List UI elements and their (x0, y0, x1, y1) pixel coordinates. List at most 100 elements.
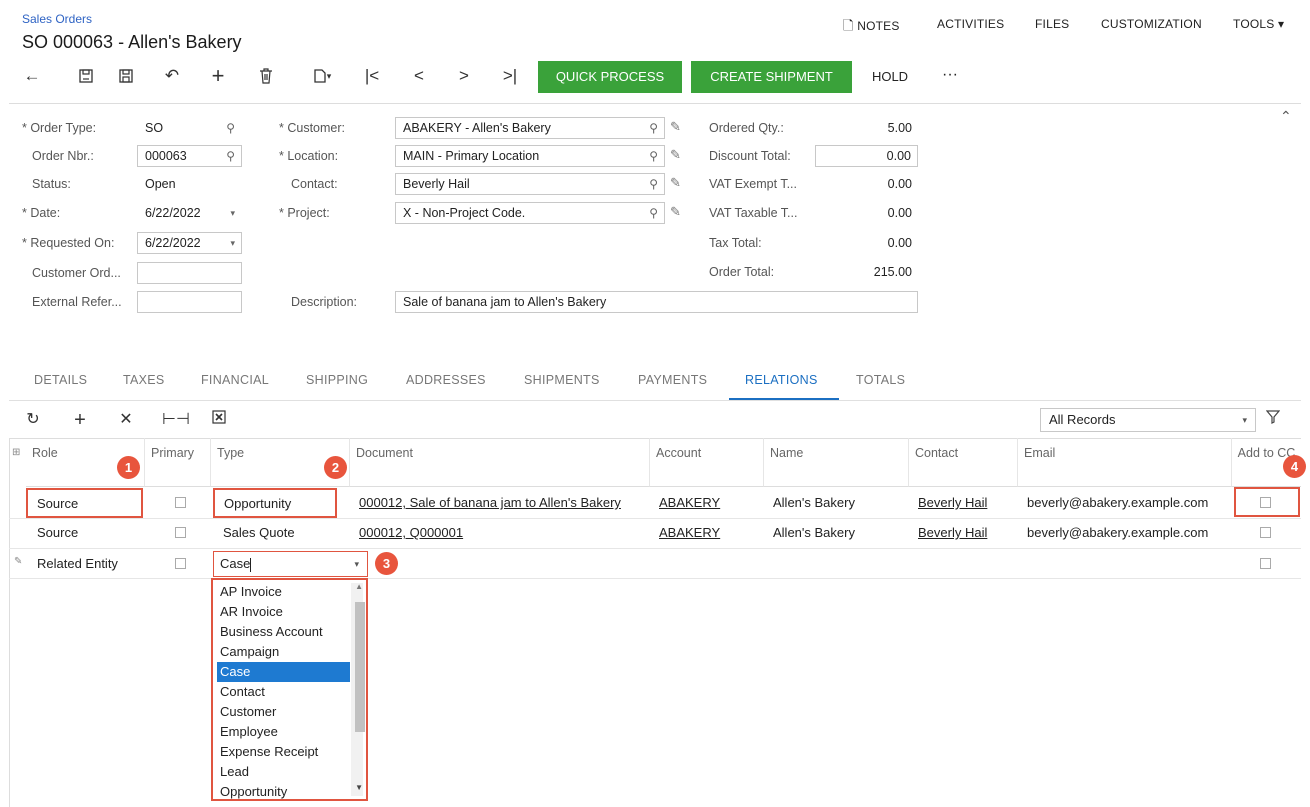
row1-document-link[interactable]: 000012, Sale of banana jam to Allen's Ba… (359, 488, 621, 518)
previous-record-icon[interactable]: < (407, 64, 431, 88)
requested-on-field[interactable]: 6/22/2022 ▾ (137, 232, 242, 254)
tab-shipping[interactable]: SHIPPING (306, 373, 368, 387)
chevron-down-icon[interactable]: ▾ (354, 552, 359, 576)
copy-paste-icon[interactable]: ▾ (302, 64, 342, 88)
edit-pencil-icon[interactable]: ✎ (670, 147, 681, 163)
delete-row-icon[interactable]: ✕ (115, 409, 137, 431)
search-icon[interactable]: ⚲ (649, 174, 658, 194)
dropdown-option[interactable]: Opportunity (217, 782, 350, 800)
project-field[interactable]: X - Non-Project Code. ⚲ (395, 202, 665, 224)
next-record-icon[interactable]: > (452, 64, 476, 88)
dropdown-option[interactable]: AR Invoice (217, 602, 350, 622)
tab-details[interactable]: DETAILS (34, 373, 87, 387)
edit-pencil-icon[interactable]: ✎ (670, 204, 681, 220)
refresh-icon[interactable]: ↻ (22, 409, 44, 431)
dropdown-option[interactable]: Lead (217, 762, 350, 782)
dropdown-option-selected[interactable]: Case (217, 662, 350, 682)
records-filter-select[interactable]: All Records ▾ (1040, 408, 1256, 432)
files-menu[interactable]: FILES (1035, 17, 1069, 31)
collapse-icon[interactable]: ⌃ (1280, 108, 1292, 125)
row3-role-cell[interactable]: Related Entity (37, 549, 118, 579)
column-header-name[interactable]: Name (763, 438, 908, 487)
breadcrumb[interactable]: Sales Orders (22, 12, 92, 26)
dropdown-option[interactable]: Customer (217, 702, 350, 722)
tab-relations[interactable]: RELATIONS (745, 373, 818, 387)
order-nbr-field[interactable]: 000063 ⚲ (137, 145, 242, 167)
row3-type-combobox[interactable]: Case ▾ (213, 551, 368, 577)
tools-menu[interactable]: TOOLS ▾ (1233, 17, 1284, 31)
add-row-icon[interactable]: + (69, 409, 91, 431)
back-arrow-icon[interactable]: ← (20, 64, 44, 88)
more-actions-button[interactable]: ··· (935, 61, 965, 93)
edit-pencil-icon[interactable]: ✎ (670, 119, 681, 135)
scroll-down-icon[interactable]: ▼ (355, 783, 363, 792)
delete-icon[interactable] (254, 64, 278, 88)
column-header-primary[interactable]: Primary (144, 438, 210, 487)
tab-shipments[interactable]: SHIPMENTS (524, 373, 600, 387)
customization-menu[interactable]: CUSTOMIZATION (1101, 17, 1202, 31)
search-icon[interactable]: ⚲ (649, 146, 658, 166)
row2-contact-link[interactable]: Beverly Hail (918, 518, 987, 548)
chevron-down-icon[interactable]: ▾ (230, 233, 235, 253)
column-header-document[interactable]: Document (349, 438, 649, 487)
row1-add-to-cc-checkbox[interactable] (1260, 497, 1271, 508)
edit-pencil-icon[interactable]: ✎ (670, 175, 681, 191)
dropdown-option[interactable]: Campaign (217, 642, 350, 662)
row2-type-cell[interactable]: Sales Quote (223, 518, 295, 548)
search-icon[interactable]: ⚲ (649, 118, 658, 138)
activities-menu[interactable]: ACTIVITIES (937, 17, 1004, 31)
row2-add-to-cc-checkbox[interactable] (1260, 527, 1271, 538)
notes-menu[interactable]: 🗋 NOTES (843, 17, 900, 39)
row2-document-link[interactable]: 000012, Q000001 (359, 518, 463, 548)
description-field[interactable]: Sale of banana jam to Allen's Bakery (395, 291, 918, 313)
row1-contact-link[interactable]: Beverly Hail (918, 488, 987, 518)
row3-primary-checkbox[interactable] (175, 558, 186, 569)
hold-button[interactable]: HOLD (862, 61, 918, 93)
save-icon[interactable] (114, 64, 138, 88)
tab-totals[interactable]: TOTALS (856, 373, 905, 387)
chevron-down-icon[interactable]: ▾ (230, 203, 235, 223)
date-field[interactable]: 6/22/2022 ▾ (137, 202, 242, 224)
scroll-up-icon[interactable]: ▲ (355, 582, 363, 591)
dropdown-option[interactable]: Employee (217, 722, 350, 742)
undo-save-icon[interactable] (74, 64, 98, 88)
dropdown-option[interactable]: Business Account (217, 622, 350, 642)
quick-process-button[interactable]: QUICK PROCESS (538, 61, 682, 93)
export-excel-icon[interactable] (208, 409, 230, 431)
location-field[interactable]: MAIN - Primary Location ⚲ (395, 145, 665, 167)
tab-taxes[interactable]: TAXES (123, 373, 165, 387)
column-header-account[interactable]: Account (649, 438, 763, 487)
search-icon[interactable]: ⚲ (226, 118, 235, 138)
row1-type-cell[interactable]: Opportunity (213, 488, 337, 518)
row3-add-to-cc-checkbox[interactable] (1260, 558, 1271, 569)
external-ref-field[interactable] (137, 291, 242, 313)
dropdown-option[interactable]: Contact (217, 682, 350, 702)
filter-icon[interactable] (1265, 410, 1281, 429)
row1-role-cell[interactable]: Source (26, 488, 143, 518)
fit-columns-icon[interactable]: ⊢⊣ (162, 409, 190, 431)
tab-addresses[interactable]: ADDRESSES (406, 373, 486, 387)
row2-role-cell[interactable]: Source (37, 518, 78, 548)
column-header-contact[interactable]: Contact (908, 438, 1017, 487)
dropdown-scroll-thumb[interactable] (355, 602, 365, 732)
row2-primary-checkbox[interactable] (175, 527, 186, 538)
tab-financial[interactable]: FINANCIAL (201, 373, 269, 387)
undo-icon[interactable]: ↶ (160, 64, 184, 88)
search-icon[interactable]: ⚲ (226, 146, 235, 166)
tab-payments[interactable]: PAYMENTS (638, 373, 707, 387)
last-record-icon[interactable]: >| (498, 64, 522, 88)
discount-total-field[interactable]: 0.00 (815, 145, 918, 167)
contact-field[interactable]: Beverly Hail ⚲ (395, 173, 665, 195)
create-shipment-button[interactable]: CREATE SHIPMENT (691, 61, 852, 93)
column-header-email[interactable]: Email (1017, 438, 1231, 487)
column-config-icon[interactable]: ⊞ (12, 447, 20, 458)
dropdown-option[interactable]: Expense Receipt (217, 742, 350, 762)
add-icon[interactable]: + (206, 64, 230, 88)
order-type-field[interactable]: SO ⚲ (137, 117, 242, 139)
row2-account-link[interactable]: ABAKERY (659, 518, 720, 548)
customer-ord-field[interactable] (137, 262, 242, 284)
customer-field[interactable]: ABAKERY - Allen's Bakery ⚲ (395, 117, 665, 139)
search-icon[interactable]: ⚲ (649, 203, 658, 223)
first-record-icon[interactable]: |< (360, 64, 384, 88)
row1-primary-checkbox[interactable] (175, 497, 186, 508)
